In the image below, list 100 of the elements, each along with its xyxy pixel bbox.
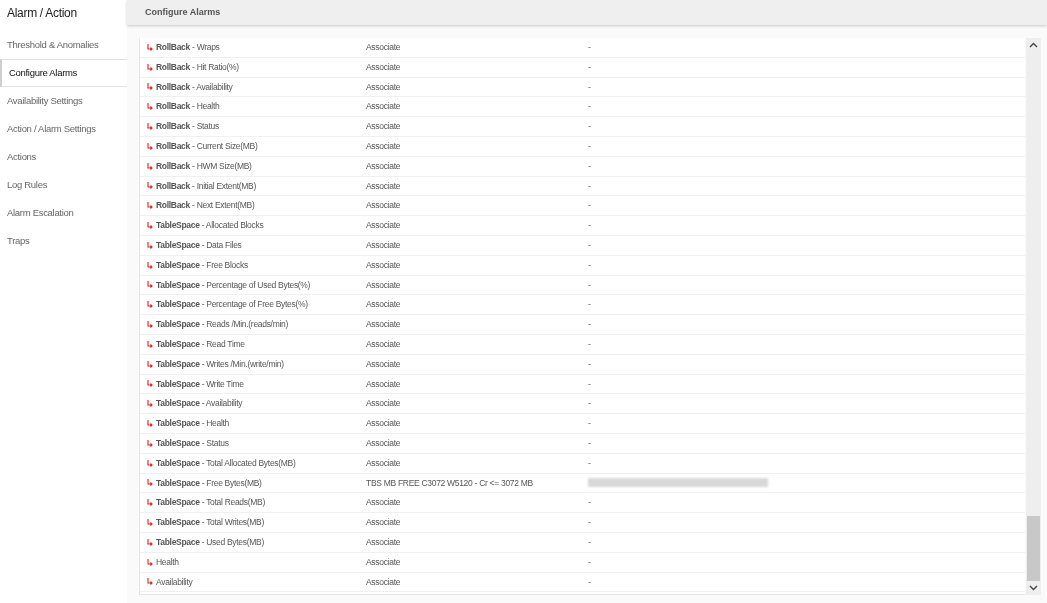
attribute-name: TableSpace - Percentage of Used Bytes(%) xyxy=(156,278,311,292)
sidebar-item[interactable]: Action / Alarm Settings xyxy=(0,115,127,143)
attribute-name: TableSpace - Free Blocks xyxy=(156,258,248,272)
threshold-link[interactable]: Associate xyxy=(366,121,401,132)
return-arrow-icon xyxy=(147,519,153,526)
threshold-link[interactable]: Associate xyxy=(366,259,401,270)
threshold-link[interactable]: Associate xyxy=(366,497,401,508)
attribute-name: TableSpace - Availability xyxy=(156,397,243,411)
action-value: - xyxy=(588,81,591,92)
return-arrow-icon xyxy=(147,281,153,289)
action-value: - xyxy=(588,536,591,547)
scroll-down-icon[interactable] xyxy=(1029,585,1038,591)
threshold-link[interactable]: Associate xyxy=(366,556,401,567)
return-arrow-icon xyxy=(147,83,153,91)
sidebar-item[interactable]: Availability Settings xyxy=(0,87,127,115)
return-arrow-icon xyxy=(147,360,153,368)
threshold-link[interactable]: Associate xyxy=(366,160,401,171)
threshold-link[interactable]: Associate xyxy=(366,378,401,389)
action-value: - xyxy=(588,200,591,211)
threshold-link[interactable]: Associate xyxy=(366,299,401,310)
attribute-name: TableSpace - Percentage of Free Bytes(%) xyxy=(156,298,308,312)
threshold-link[interactable]: Associate xyxy=(366,141,401,151)
sidebar-item[interactable]: Threshold & Anomalies xyxy=(0,31,127,59)
action-value: - xyxy=(588,457,591,468)
attribute-name: TableSpace - Total Writes(MB) xyxy=(156,516,264,529)
threshold-link[interactable]: Associate xyxy=(366,220,401,231)
return-arrow-icon xyxy=(147,123,153,131)
threshold-link[interactable]: Associate xyxy=(366,418,401,429)
sidebar-item[interactable]: Alarm Escalation xyxy=(0,199,127,227)
return-arrow-icon xyxy=(147,558,153,566)
attribute-name: TableSpace - Read Time xyxy=(156,337,245,351)
return-arrow-icon xyxy=(147,499,153,507)
attribute-name: RollBack - Initial Extent(MB) xyxy=(156,179,256,193)
return-arrow-icon xyxy=(147,162,153,170)
action-value: - xyxy=(588,160,591,171)
return-arrow-icon xyxy=(147,222,153,230)
attribute-name: TableSpace - Used Bytes(MB) xyxy=(156,535,264,549)
action-value: - xyxy=(588,279,591,290)
threshold-link[interactable]: Associate xyxy=(366,398,401,409)
threshold-link[interactable]: Associate xyxy=(366,457,401,468)
threshold-link[interactable]: Associate xyxy=(366,536,401,547)
threshold-link[interactable]: Associate xyxy=(366,240,401,250)
threshold-link[interactable]: TBS MB FREE C3072 W5120 - Cr <= 3072 MB xyxy=(366,477,533,488)
return-arrow-icon xyxy=(147,340,153,348)
action-value: - xyxy=(588,259,591,270)
scrollbar[interactable] xyxy=(1026,38,1041,595)
attribute-name: TableSpace - Write Time xyxy=(156,377,244,391)
threshold-link[interactable]: Associate xyxy=(366,576,401,587)
sidebar-item[interactable]: Actions xyxy=(0,143,127,171)
return-arrow-icon xyxy=(147,420,153,428)
threshold-link[interactable]: Associate xyxy=(366,42,401,52)
threshold-link[interactable]: Associate xyxy=(366,279,401,290)
action-value: - xyxy=(588,338,591,349)
action-value: - xyxy=(588,319,591,330)
action-value: - xyxy=(588,220,591,231)
action-value: - xyxy=(588,517,591,528)
return-arrow-icon xyxy=(147,459,153,467)
attribute-name: TableSpace - Status xyxy=(156,436,229,450)
header-title: Configure Alarms xyxy=(145,5,221,19)
attribute-name: Health xyxy=(156,555,179,569)
return-arrow-icon xyxy=(147,202,153,210)
threshold-link[interactable]: Associate xyxy=(366,200,401,211)
sidebar-item[interactable]: Traps xyxy=(0,227,127,255)
action-value: - xyxy=(588,576,591,587)
threshold-link[interactable]: Associate xyxy=(366,358,401,369)
action-value: - xyxy=(588,180,591,191)
attribute-name: RollBack - Availability xyxy=(156,80,233,94)
threshold-link[interactable]: Associate xyxy=(366,319,401,330)
action-value: - xyxy=(588,121,591,132)
action-value: - xyxy=(588,418,591,429)
threshold-link[interactable]: Associate xyxy=(366,517,401,528)
threshold-link[interactable]: Associate xyxy=(366,61,401,72)
action-value: - xyxy=(588,497,591,508)
return-arrow-icon xyxy=(147,63,153,71)
return-arrow-icon xyxy=(147,182,153,190)
attribute-name: RollBack - Wraps xyxy=(156,41,220,54)
action-value: - xyxy=(588,556,591,567)
return-arrow-icon xyxy=(147,43,153,51)
return-arrow-icon xyxy=(147,103,153,111)
threshold-link[interactable]: Associate xyxy=(366,180,401,191)
action-value: - xyxy=(588,437,591,448)
attribute-name: RollBack - HWM Size(MB) xyxy=(156,159,252,173)
action-value: - xyxy=(588,378,591,389)
threshold-link[interactable]: Associate xyxy=(366,338,401,349)
sidebar-item[interactable]: Configure Alarms xyxy=(0,59,127,87)
page-title: Alarm / Action xyxy=(6,4,78,22)
scrollbar-thumb[interactable] xyxy=(1027,516,1040,581)
threshold-link[interactable]: Associate xyxy=(366,81,401,92)
action-value: - xyxy=(588,61,591,72)
sidebar-item[interactable]: Log Rules xyxy=(0,171,127,199)
attribute-name: RollBack - Current Size(MB) xyxy=(156,140,258,153)
return-arrow-icon xyxy=(147,578,153,586)
threshold-link[interactable]: Associate xyxy=(366,101,401,112)
action-value: - xyxy=(588,358,591,369)
attribute-name: RollBack - Health xyxy=(156,100,220,114)
threshold-link[interactable]: Associate xyxy=(366,437,401,448)
attribute-name: TableSpace - Health xyxy=(156,417,230,430)
return-arrow-icon xyxy=(147,142,153,150)
action-value: - xyxy=(588,101,591,112)
scroll-up-icon[interactable] xyxy=(1029,42,1038,48)
